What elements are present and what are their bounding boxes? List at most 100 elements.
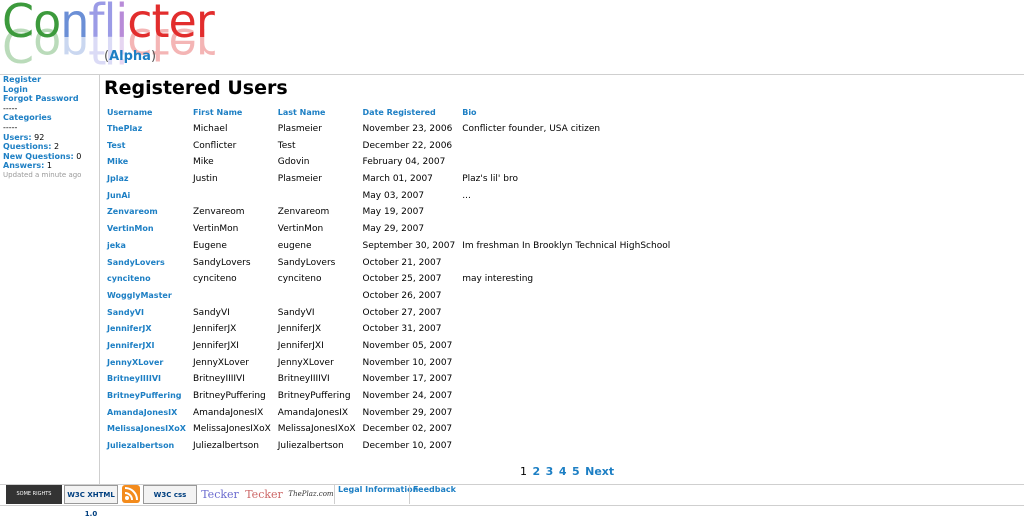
username-link[interactable]: JennyXLover <box>107 358 163 367</box>
username-link[interactable]: Zenvareom <box>107 207 158 216</box>
alpha-tag: (Alpha) <box>104 49 157 64</box>
username-link[interactable]: VertinMon <box>107 224 154 233</box>
username-link[interactable]: SandyLovers <box>107 258 165 267</box>
users-link[interactable]: Users: <box>3 133 32 142</box>
feedback-link[interactable]: Feedback <box>409 485 459 504</box>
w3c-xhtml-badge[interactable]: W3C XHTML 1.0 <box>64 485 118 518</box>
cell-date-registered: November 23, 2006 <box>362 124 453 135</box>
table-row: Jplaz Justin Plasmeier March 01, 2007 Plaz's… <box>104 171 674 188</box>
cell-username: Juliezalbertson <box>104 438 190 455</box>
username-link[interactable]: Test <box>107 141 125 150</box>
cell-bio <box>459 154 674 171</box>
column-header-date-registered[interactable]: Date Registered <box>360 104 460 121</box>
username-link[interactable]: cynciteno <box>107 274 151 283</box>
cell-first-name: SandyVI <box>192 307 230 318</box>
cell-username: JenniferJX <box>104 321 190 338</box>
cell-username: JennyXLover <box>104 354 190 371</box>
cell-date-registered: May 03, 2007 <box>362 190 425 201</box>
table-header-row: Username First Name Last Name Date Regis… <box>104 104 674 121</box>
cell-first-name: Conflicter <box>192 140 237 151</box>
column-header-last-name[interactable]: Last Name <box>275 104 360 121</box>
alpha-link[interactable]: Alpha <box>109 49 151 64</box>
cell-first-name: Juliezalbertson <box>192 441 259 452</box>
table-row: BritneyIIIIVI BritneyIIIIVI BritneyIIIIVI N… <box>104 371 674 388</box>
cell-date-registered: December 22, 2006 <box>362 140 453 151</box>
cell-bio: ... <box>462 190 471 201</box>
cell-first-name <box>190 288 275 305</box>
username-link[interactable]: WogglyMaster <box>107 291 172 300</box>
answers-link[interactable]: Answers: <box>3 161 44 170</box>
cell-last-name: Plasmeier <box>277 174 322 185</box>
creative-commons-badge[interactable]: SOME RIGHTS RESERVED <box>6 485 62 516</box>
cell-bio <box>459 421 674 438</box>
cell-bio <box>459 338 674 355</box>
username-link[interactable]: jeka <box>107 241 126 250</box>
username-link[interactable]: BritneyIIIIVI <box>107 374 161 383</box>
username-link[interactable]: ThePlaz <box>107 124 142 133</box>
tecker-badge[interactable]: Tecker <box>199 485 241 504</box>
register-link[interactable]: Register <box>3 75 41 84</box>
cell-bio <box>459 354 674 371</box>
cell-date-registered: October 25, 2007 <box>362 274 442 285</box>
cell-username: Zenvareom <box>104 204 190 221</box>
column-header-first-name[interactable]: First Name <box>190 104 275 121</box>
username-link[interactable]: AmandaJonesIX <box>107 408 177 417</box>
page-link[interactable]: 2 <box>533 465 541 478</box>
cell-date-registered: December 10, 2007 <box>362 441 453 452</box>
w3c-css-badge[interactable]: W3C css <box>143 485 197 504</box>
username-link[interactable]: Juliezalbertson <box>107 441 174 450</box>
updated-note: Updated a minute ago <box>3 170 82 179</box>
theplaz-badge[interactable]: ThePlaz.com <box>288 485 334 504</box>
page-link[interactable]: 5 <box>572 465 580 478</box>
rss-icon[interactable] <box>121 485 141 504</box>
cell-bio <box>459 404 674 421</box>
cell-first-name: VertinMon <box>192 224 239 235</box>
cell-date-registered: September 30, 2007 <box>362 240 456 251</box>
page-link[interactable]: 4 <box>559 465 567 478</box>
sidebar-separator: ----- <box>3 103 18 113</box>
page-link[interactable]: 3 <box>546 465 554 478</box>
current-page: 1 <box>520 465 527 478</box>
username-link[interactable]: MelissaJonesIXoX <box>107 424 186 433</box>
cell-bio <box>459 204 674 221</box>
cell-first-name: Zenvareom <box>192 207 245 218</box>
cell-first-name: Eugene <box>192 240 227 251</box>
cell-last-name <box>275 187 360 204</box>
cell-bio: Conflicter founder, USA citizen <box>462 124 601 135</box>
new-questions-link[interactable]: New Questions: <box>3 152 74 161</box>
cell-bio <box>459 221 674 238</box>
cell-date-registered: November 24, 2007 <box>362 391 453 402</box>
tecker-alt-badge[interactable]: Tecker <box>243 485 285 504</box>
username-link[interactable]: JunAi <box>107 191 130 200</box>
username-link[interactable]: Jplaz <box>107 174 129 183</box>
column-header-username[interactable]: Username <box>104 104 190 121</box>
username-link[interactable]: SandyVI <box>107 308 144 317</box>
header-divider <box>0 74 1024 75</box>
forgot-password-link[interactable]: Forgot Password <box>3 94 79 103</box>
username-link[interactable]: Mike <box>107 157 128 166</box>
table-row: jeka Eugene eugene September 30, 2007 Im fre… <box>104 238 674 255</box>
next-page-link[interactable]: Next <box>585 465 614 478</box>
cell-date-registered: May 29, 2007 <box>362 224 425 235</box>
table-row: SandyVI SandyVI SandyVI October 27, 2007 <box>104 304 674 321</box>
table-row: AmandaJonesIX AmandaJonesIX AmandaJonesIX N… <box>104 404 674 421</box>
cell-bio: Plaz's lil' bro <box>462 174 518 185</box>
cell-bio <box>459 254 674 271</box>
cell-first-name: JenniferJXI <box>192 340 239 351</box>
cell-date-registered: December 02, 2007 <box>362 424 453 435</box>
cell-last-name: Plasmeier <box>277 124 322 135</box>
cell-date-registered: October 27, 2007 <box>362 307 442 318</box>
users-table: Username First Name Last Name Date Regis… <box>104 104 674 454</box>
cell-username: MelissaJonesIXoX <box>104 421 190 438</box>
cell-first-name: Mike <box>192 157 214 168</box>
table-row: JenniferJX JenniferJX JenniferJX October 31… <box>104 321 674 338</box>
username-link[interactable]: BritneyPuffering <box>107 391 182 400</box>
questions-link[interactable]: Questions: <box>3 142 51 151</box>
login-link[interactable]: Login <box>3 85 28 94</box>
stat-users: Users: 92 <box>3 132 45 142</box>
categories-link[interactable]: Categories <box>3 113 52 122</box>
table-row: WogglyMaster October 26, 2007 <box>104 288 674 305</box>
pagination: 1 2 3 4 5 Next <box>520 465 614 478</box>
username-link[interactable]: JenniferJXI <box>107 341 155 350</box>
username-link[interactable]: JenniferJX <box>107 324 152 333</box>
